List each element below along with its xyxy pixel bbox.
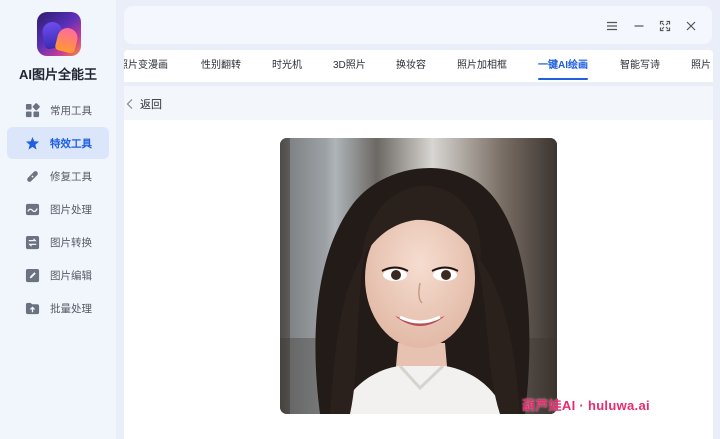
sidebar-item-label: 常用工具 xyxy=(50,104,92,117)
sidebar-item-common-tools[interactable]: 常用工具 xyxy=(7,94,109,126)
watermark: 葫芦娃AI · huluwa.ai xyxy=(522,398,650,413)
grid-icon xyxy=(24,102,40,118)
result-image xyxy=(280,138,557,414)
sidebar-nav: 常用工具 特效工具 修复工具 图片处理 图片转换 图片编辑 批量处理 xyxy=(7,94,109,325)
sidebar-item-batch-processing[interactable]: 批量处理 xyxy=(7,292,109,324)
tab-photo-more[interactable]: 照片 xyxy=(691,50,711,82)
sidebar-item-label: 特效工具 xyxy=(50,137,92,150)
sidebar-item-repair-tools[interactable]: 修复工具 xyxy=(7,160,109,192)
minimize-icon[interactable] xyxy=(632,19,646,33)
tab-makeup[interactable]: 换妆容 xyxy=(396,50,426,82)
chevron-left-icon xyxy=(126,99,133,109)
sidebar-item-image-convert[interactable]: 图片转换 xyxy=(7,226,109,258)
tab-gender-swap[interactable]: 性别翻转 xyxy=(201,50,241,82)
sidebar-item-label: 图片转换 xyxy=(50,236,92,249)
sidebar-item-label: 图片编辑 xyxy=(50,269,92,282)
tab-ai-painting[interactable]: 一键AI绘画 xyxy=(538,50,588,82)
back-button[interactable]: 返回 xyxy=(124,95,162,113)
sidebar-item-image-edit[interactable]: 图片编辑 xyxy=(7,259,109,291)
main-content: 返回 xyxy=(124,86,713,439)
sidebar-item-image-processing[interactable]: 图片处理 xyxy=(7,193,109,225)
fullscreen-icon[interactable] xyxy=(658,19,672,33)
folder-upload-icon xyxy=(24,300,40,316)
sidebar-item-label: 图片处理 xyxy=(50,203,92,216)
sidebar-item-label: 修复工具 xyxy=(50,170,92,183)
app-title: AI图片全能王 xyxy=(18,67,97,82)
app-logo-icon xyxy=(37,12,81,56)
tab-time-machine[interactable]: 时光机 xyxy=(272,50,302,82)
menu-icon[interactable] xyxy=(605,19,619,33)
bandage-icon xyxy=(24,168,40,184)
tab-photo-frame[interactable]: 照片加相框 xyxy=(457,50,507,82)
back-bar: 返回 xyxy=(124,86,713,120)
star-icon xyxy=(24,135,40,151)
tab-poetry[interactable]: 智能写诗 xyxy=(620,50,660,82)
tab-3d-photo[interactable]: 3D照片 xyxy=(333,50,366,82)
sidebar-item-effect-tools[interactable]: 特效工具 xyxy=(7,127,109,159)
tab-photo-to-comic[interactable]: 照片变漫画 xyxy=(124,50,168,82)
convert-icon xyxy=(24,234,40,250)
image-wave-icon xyxy=(24,201,40,217)
portrait-illustration xyxy=(280,138,557,414)
title-bar xyxy=(124,6,712,44)
edit-icon xyxy=(24,267,40,283)
close-icon[interactable] xyxy=(684,19,698,33)
sidebar: AI图片全能王 常用工具 特效工具 修复工具 图片处理 图片转换 图片编辑 批量… xyxy=(0,0,116,439)
sidebar-item-label: 批量处理 xyxy=(50,302,92,315)
back-label: 返回 xyxy=(140,99,162,111)
feature-tabs: 照片变漫画 性别翻转 时光机 3D照片 换妆容 照片加相框 一键AI绘画 智能写… xyxy=(124,50,713,82)
